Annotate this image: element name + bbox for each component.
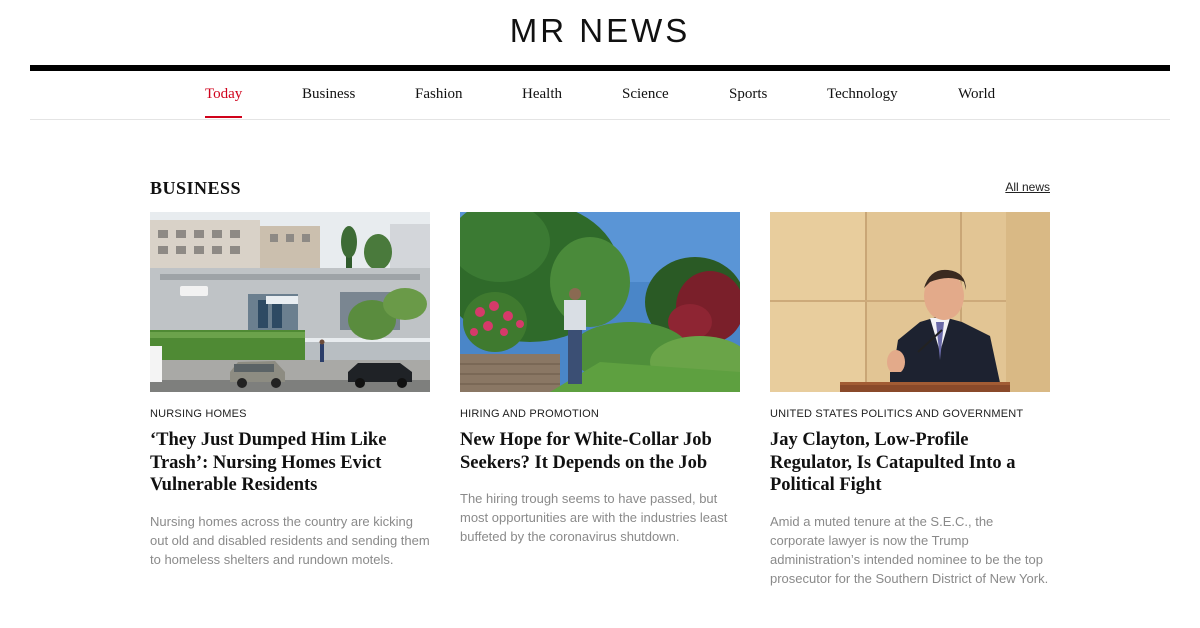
nav-item-technology[interactable]: Technology (827, 86, 898, 119)
nav-item-today[interactable]: Today (205, 86, 243, 119)
article-image-nursing-home[interactable] (150, 212, 430, 392)
main-nav: Today Business Fashion Health Science Sp… (0, 86, 1200, 120)
site-logo[interactable]: MR NEWS (0, 12, 1200, 50)
section-title: BUSINESS (150, 178, 242, 198)
article-summary: Amid a muted tenure at the S.E.C., the c… (770, 513, 1049, 586)
nav-item-science[interactable]: Science (622, 86, 669, 119)
nav-item-fashion[interactable]: Fashion (415, 86, 463, 119)
nav-item-health[interactable]: Health (522, 86, 562, 119)
all-news-link[interactable]: All news (1005, 180, 1050, 194)
article-tag[interactable]: NURSING HOMES (150, 408, 430, 420)
article-summary: The hiring trough seems to have passed, … (460, 491, 728, 544)
article-image-jay-clayton[interactable] (770, 212, 1050, 392)
nav-item-business[interactable]: Business (302, 86, 355, 119)
article-card: NURSING HOMES ‘They Just Dumped Him Like… (150, 212, 430, 569)
nav-item-sports[interactable]: Sports (729, 86, 767, 119)
nav-item-world[interactable]: World (958, 86, 995, 119)
article-card: HIRING AND PROMOTION New Hope for White-… (460, 212, 740, 546)
article-card: UNITED STATES POLITICS AND GOVERNMENT Ja… (770, 212, 1050, 588)
masthead-rule (30, 65, 1170, 71)
article-tag[interactable]: UNITED STATES POLITICS AND GOVERNMENT (770, 408, 1050, 420)
article-title[interactable]: Jay Clayton, Low-Profile Regulator, Is C… (770, 429, 1050, 497)
article-image-job-seeker[interactable] (460, 212, 740, 392)
article-summary: Nursing homes across the country are kic… (150, 513, 430, 567)
article-tag[interactable]: HIRING AND PROMOTION (460, 408, 740, 420)
article-title[interactable]: New Hope for White-Collar Job Seekers? I… (460, 429, 740, 474)
article-title[interactable]: ‘They Just Dumped Him Like Trash’: Nursi… (150, 429, 430, 497)
nav-divider (30, 119, 1170, 120)
